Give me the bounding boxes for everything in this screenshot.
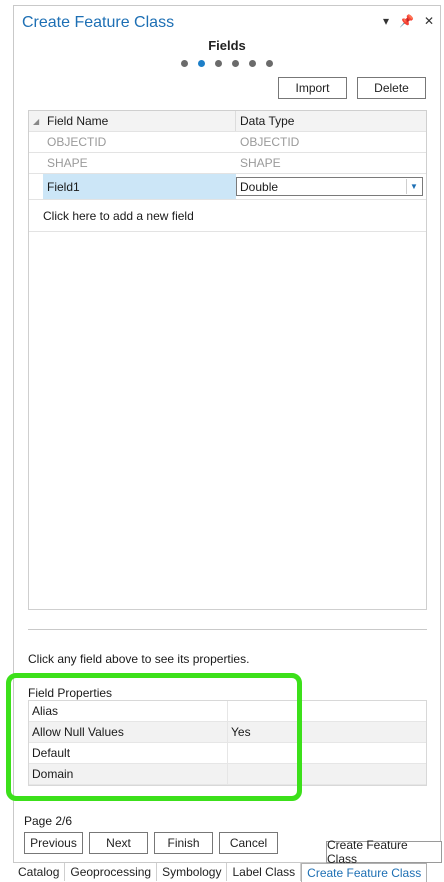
tab-label-class[interactable]: Label Class [227, 863, 302, 881]
field-name-cell[interactable]: Field1 [43, 174, 236, 199]
cancel-button[interactable]: Cancel [219, 832, 278, 854]
add-field-row[interactable]: Click here to add a new field [29, 200, 426, 232]
step-title: Fields [208, 38, 246, 53]
tab-geoprocessing[interactable]: Geoprocessing [65, 863, 158, 881]
step-dots [181, 60, 273, 67]
property-key: Alias [32, 704, 59, 718]
close-icon[interactable]: ✕ [424, 14, 434, 28]
step-dot-5[interactable] [249, 60, 256, 67]
field-properties-label: Field Properties [28, 686, 113, 700]
step-dot-2[interactable] [198, 60, 205, 67]
bottom-tab-strip: Catalog Geoprocessing Symbology Label Cl… [13, 863, 428, 882]
field-name-cell[interactable]: OBJECTID [43, 132, 236, 152]
grid-header-row: ◢ Field Name Data Type [29, 111, 426, 132]
divider [28, 629, 427, 630]
header-data-type[interactable]: Data Type [236, 111, 426, 131]
add-field-text[interactable]: Click here to add a new field [39, 200, 419, 231]
pane-title: Create Feature Class [22, 14, 175, 31]
tooltip: Create Feature Class [326, 838, 442, 866]
property-value[interactable]: Yes [227, 722, 427, 742]
property-key: Default [32, 746, 71, 760]
chevron-down-icon[interactable]: ▾ [383, 14, 389, 28]
data-type-cell[interactable]: SHAPE [236, 153, 426, 173]
previous-button[interactable]: Previous [24, 832, 83, 854]
data-type-cell[interactable]: OBJECTID [236, 132, 426, 152]
tab-create-feature-class[interactable]: Create Feature Class [301, 863, 428, 882]
step-dot-1[interactable] [181, 60, 188, 67]
import-button[interactable]: Import [278, 77, 347, 99]
property-row-allow-null[interactable]: Allow Null Values Yes [29, 722, 426, 743]
step-dot-4[interactable] [232, 60, 239, 67]
pin-icon[interactable]: 📌 [399, 14, 414, 28]
property-value[interactable] [227, 743, 427, 763]
create-feature-class-pane: Create Feature Class ▾ 📌 ✕ Fields Import… [13, 5, 441, 863]
tab-catalog[interactable]: Catalog [13, 863, 66, 881]
sort-corner-icon[interactable]: ◢ [29, 111, 43, 131]
next-button[interactable]: Next [89, 832, 148, 854]
table-row-selected[interactable]: Field1 Double ▼ [29, 174, 426, 200]
table-row[interactable]: SHAPE SHAPE [29, 153, 426, 174]
step-dot-3[interactable] [215, 60, 222, 67]
chevron-down-icon[interactable]: ▼ [406, 179, 421, 194]
field-name-cell[interactable]: SHAPE [43, 153, 236, 173]
header-field-name[interactable]: Field Name [43, 111, 236, 131]
property-key: Domain [32, 767, 74, 781]
property-value[interactable] [227, 764, 427, 784]
field-properties-grid: Alias Allow Null Values Yes Default Doma… [28, 700, 427, 786]
pane-title-buttons: ▾ 📌 ✕ [383, 14, 434, 28]
property-row-default[interactable]: Default [29, 743, 426, 764]
property-row-domain[interactable]: Domain [29, 764, 426, 785]
finish-button[interactable]: Finish [154, 832, 213, 854]
fields-grid: ◢ Field Name Data Type OBJECTID OBJECTID… [28, 110, 427, 610]
properties-hint: Click any field above to see its propert… [28, 652, 250, 666]
property-value[interactable] [227, 701, 427, 721]
step-dot-6[interactable] [266, 60, 273, 67]
data-type-value: Double [240, 179, 279, 194]
delete-button[interactable]: Delete [357, 77, 426, 99]
table-row[interactable]: OBJECTID OBJECTID [29, 132, 426, 153]
page-indicator: Page 2/6 [24, 814, 73, 828]
data-type-dropdown[interactable]: Double ▼ [236, 177, 423, 196]
property-row-alias[interactable]: Alias [29, 701, 426, 722]
tab-symbology[interactable]: Symbology [157, 863, 228, 881]
property-key: Allow Null Values [32, 725, 124, 739]
